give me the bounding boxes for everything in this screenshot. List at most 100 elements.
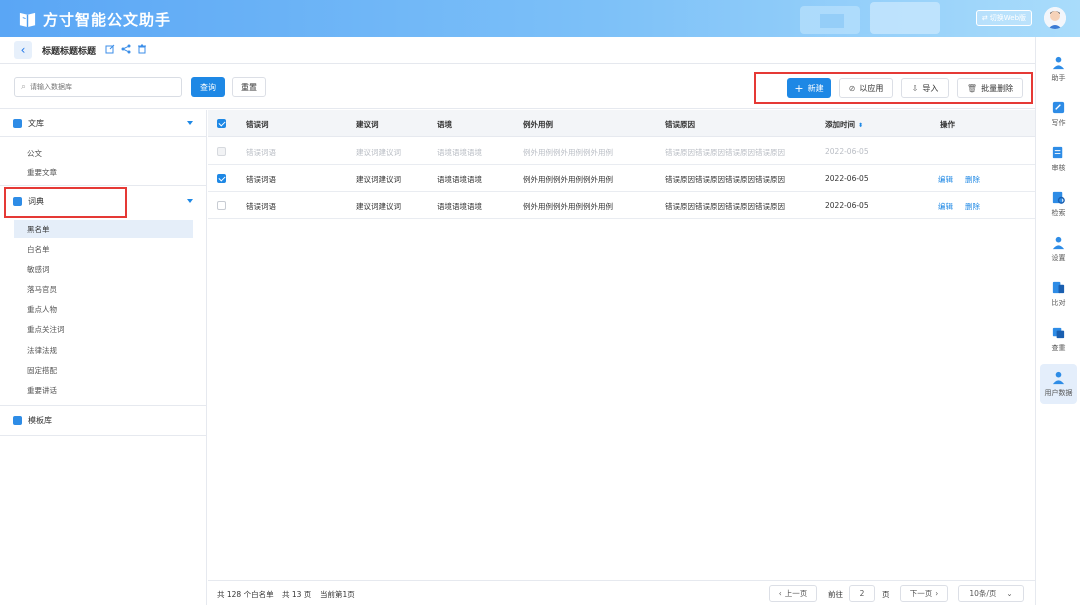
- sidebar-group-library[interactable]: 文库: [0, 110, 206, 136]
- compare-icon: [1052, 281, 1065, 294]
- divider: [0, 435, 206, 436]
- chevron-down-icon: ⌄: [1006, 589, 1013, 598]
- sidebar-item-blacklist[interactable]: 黑名单: [14, 220, 193, 238]
- import-label: 导入: [922, 83, 939, 93]
- row-checkbox[interactable]: [217, 174, 226, 183]
- rail-label: 查重: [1051, 344, 1066, 352]
- sidebar-item-key-words[interactable]: 重点关注词: [14, 320, 193, 338]
- batch-delete-button[interactable]: 🗑 批量删除: [957, 78, 1023, 98]
- switch-web-label: 切换Web版: [989, 14, 1027, 22]
- select-all-checkbox[interactable]: [217, 119, 226, 128]
- sidebar-item-laws[interactable]: 法律法规: [14, 341, 193, 359]
- check-circle-icon: ⊘: [848, 83, 856, 93]
- rail-item-search[interactable]: 检索: [1040, 184, 1077, 224]
- row-checkbox[interactable]: [217, 201, 226, 210]
- rail-label: 助手: [1051, 74, 1066, 82]
- import-button[interactable]: ⇩ 导入: [901, 78, 949, 98]
- col-exception: 例外用例: [523, 120, 553, 129]
- sidebar-item-official-doc[interactable]: 公文: [14, 144, 193, 162]
- book-logo-icon: [19, 12, 36, 28]
- switch-web-button[interactable]: ⇄ 切换Web版: [976, 10, 1032, 26]
- query-button[interactable]: 查询: [191, 77, 225, 97]
- row-checkbox: [217, 147, 226, 156]
- total-count: 共 128 个白名单: [217, 590, 274, 599]
- edit-icon[interactable]: [105, 44, 115, 54]
- table-row: 错误词语 建议词建议词 语境语境语境 例外用例例外用例例外用例 错误原因错误原因…: [208, 138, 1035, 165]
- cell-add-time: 2022-06-05: [825, 174, 869, 183]
- query-label: 查询: [200, 82, 216, 92]
- cell-exception: 例外用例例外用例例外用例: [523, 148, 613, 157]
- goto-label: 前往: [828, 590, 843, 599]
- trash-icon[interactable]: [137, 44, 147, 54]
- table-header: 错误词 建议词 语境 例外用例 错误原因 添加时间 ⬍ 操作: [208, 110, 1035, 137]
- next-page-button[interactable]: 下一页 ›: [900, 585, 948, 602]
- sidebar-item-whitelist[interactable]: 白名单: [14, 240, 193, 258]
- sidebar-group-templates[interactable]: 模板库: [0, 407, 206, 433]
- page-unit: 页: [882, 590, 890, 599]
- settings-icon: [1052, 236, 1065, 250]
- col-add-time[interactable]: 添加时间 ⬍: [825, 119, 863, 130]
- sidebar-item-key-persons[interactable]: 重点人物: [14, 300, 193, 318]
- template-icon: [13, 415, 22, 425]
- cell-exception: 例外用例例外用例例外用例: [523, 175, 613, 184]
- divider: [0, 405, 206, 406]
- rail-item-compare[interactable]: 比对: [1040, 274, 1077, 314]
- sidebar-item-important-articles[interactable]: 重要文章: [14, 163, 193, 181]
- delete-link[interactable]: 删除: [965, 201, 980, 212]
- rail-item-dedup[interactable]: 查重: [1040, 319, 1077, 359]
- plus-icon: +: [794, 81, 804, 95]
- dictionary-highlight-box: [4, 187, 127, 218]
- chevron-right-icon: ›: [935, 589, 939, 598]
- table-row: 错误词语 建议词建议词 语境语境语境 例外用例例外用例例外用例 错误原因错误原因…: [208, 192, 1035, 219]
- rail-item-write[interactable]: 写作: [1040, 94, 1077, 134]
- library-icon: [13, 118, 22, 128]
- group-label: 模板库: [28, 415, 52, 425]
- sidebar-item-important-speeches[interactable]: 重要讲话: [14, 381, 193, 399]
- delete-link[interactable]: 删除: [965, 174, 980, 185]
- share-icon[interactable]: [121, 44, 131, 54]
- divider: [0, 185, 206, 186]
- reset-button[interactable]: 重置: [232, 77, 266, 97]
- col-suggested-word: 建议词: [356, 120, 379, 129]
- cell-error-word: 错误词语: [246, 175, 276, 184]
- cell-suggested-word: 建议词建议词: [356, 175, 401, 184]
- prev-label: 上一页: [784, 589, 808, 598]
- applied-button[interactable]: ⊘ 以应用: [839, 78, 893, 98]
- import-icon: ⇩: [911, 83, 919, 93]
- page-size-value: 10条/页: [969, 589, 997, 598]
- cell-add-time: 2022-06-05: [825, 147, 869, 156]
- caret-down-icon: [187, 199, 193, 203]
- review-icon: [1052, 146, 1063, 159]
- page-size-select[interactable]: 10条/页 ⌄: [958, 585, 1024, 602]
- title-actions: [105, 44, 147, 54]
- rail-item-settings[interactable]: 设置: [1040, 229, 1077, 269]
- sort-icon[interactable]: ⬍: [858, 122, 863, 129]
- back-button[interactable]: ‹: [14, 41, 32, 59]
- search-input[interactable]: [30, 83, 161, 91]
- sidebar-item-sensitive-words[interactable]: 敏感词: [14, 260, 193, 278]
- page-input-value: 2: [859, 589, 865, 598]
- edit-link[interactable]: 编辑: [938, 201, 953, 212]
- rail-item-review[interactable]: 审核: [1040, 139, 1077, 179]
- rail-item-assistant[interactable]: 助手: [1040, 49, 1077, 89]
- document-title: 标题标题标题: [42, 47, 97, 57]
- cell-error-reason: 错误原因错误原因错误原因错误原因: [665, 175, 785, 184]
- sidebar-item-fixed-collocations[interactable]: 固定搭配: [14, 361, 193, 379]
- col-add-time-label: 添加时间: [825, 120, 855, 129]
- new-button[interactable]: + 新建: [787, 78, 831, 98]
- prev-page-button[interactable]: ‹ 上一页: [769, 585, 817, 602]
- page-input[interactable]: 2: [849, 585, 875, 602]
- user-avatar[interactable]: [1044, 7, 1066, 29]
- rail-label: 写作: [1051, 119, 1066, 127]
- sidebar-item-fallen-officials[interactable]: 落马官员: [14, 280, 193, 298]
- edit-link[interactable]: 编辑: [938, 174, 953, 185]
- library-sidebar: 文库 公文 重要文章 词典 黑名单 白名单 敏感词 落马官员 重点人物 重点关注…: [0, 110, 207, 605]
- rail-label: 审核: [1051, 164, 1066, 172]
- rail-label: 用户数据: [1044, 389, 1073, 397]
- blacklist-table: 错误词 建议词 语境 例外用例 错误原因 添加时间 ⬍ 操作 错误词语 建议词建议…: [208, 110, 1035, 580]
- app-title: 方寸智能公文助手: [43, 11, 172, 29]
- search-field[interactable]: ⌕: [14, 77, 182, 97]
- search-toolbar: ⌕ 查询 重置 + 新建 ⊘ 以应用 ⇩ 导入 🗑 批量删除: [0, 64, 1035, 109]
- rail-item-user-data[interactable]: 用户数据: [1040, 364, 1077, 404]
- search-doc-icon: [1052, 191, 1065, 204]
